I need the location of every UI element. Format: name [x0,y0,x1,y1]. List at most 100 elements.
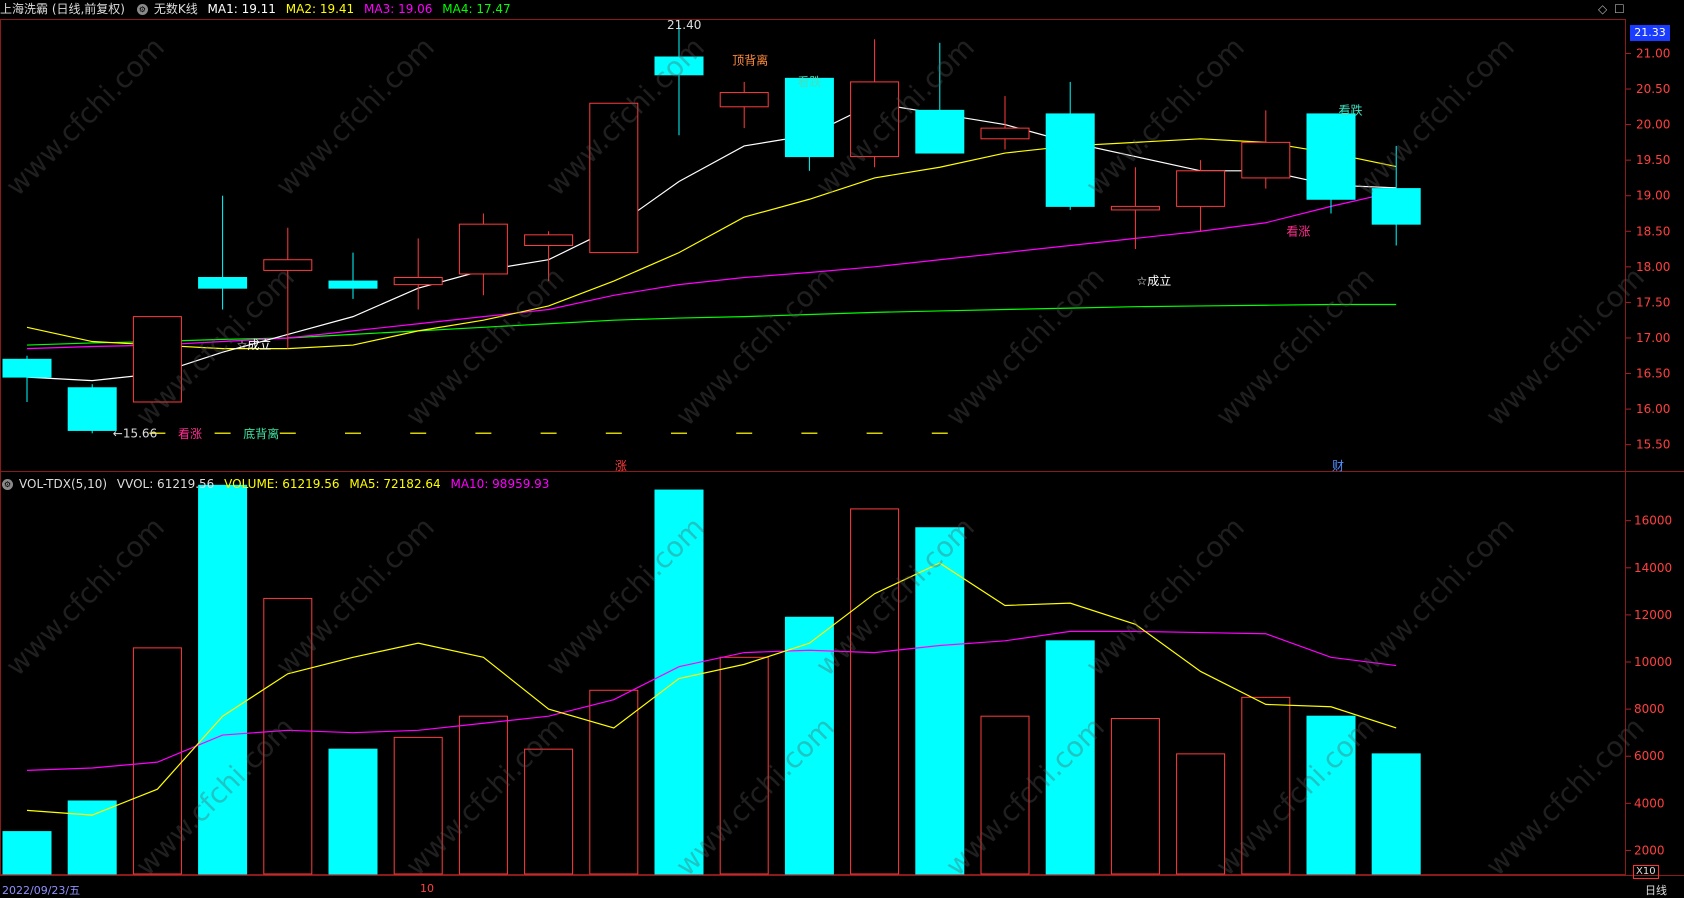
current-price-tag: 21.33 [1630,25,1670,41]
price-tick-label: 18.50 [1636,224,1670,238]
volume-bar-down [654,489,704,875]
candle-up [980,127,1030,140]
kline-chart-canvas[interactable]: 21.00 20.50 20.00 19.50 19.00 18.50 18.00 17.50… [0,0,1684,898]
price-panel-header: 上海洗霸 (日线,前复权) ⚙ 无数K线 MA1: 19.11 MA2: 19.4… [0,0,517,18]
volume-bar-up [393,736,443,875]
chart-annotation: 顶背离 [732,53,768,68]
chart-annotation: 财 [1332,459,1344,473]
chart-annotation: 底背离 [243,426,279,441]
price-tick-label: 19.50 [1636,153,1670,167]
vol-tick-label: 6000 [1634,749,1665,763]
price-tick-label: 16.00 [1636,402,1670,416]
price-tick-label: 16.50 [1636,367,1670,381]
diamond-icon[interactable]: ◇ [1598,2,1607,16]
ma3-value: MA3: 19.06 [364,2,433,16]
volume-bar-down [784,616,834,875]
kline-label: 无数K线 [153,2,198,16]
volume-bar-up [1110,718,1160,875]
price-tick-label: 20.50 [1636,82,1670,96]
vol-tick-label: 12000 [1634,608,1672,622]
volume-bar-down [1306,715,1356,875]
volume-bar-down [915,527,965,875]
volume-bar-up [1176,753,1226,875]
date-label: 2022/09/23/五 [2,884,81,897]
maximize-icon[interactable]: ☐ [1614,2,1625,16]
price-tick-label: 19.00 [1636,189,1670,203]
chart-annotation: 看跌 [1339,102,1363,117]
candle-up [458,223,508,275]
candle-up [719,92,769,108]
vol-tick-label: 14000 [1634,561,1672,575]
vol-indicator[interactable]: VOL-TDX(5,10) [19,477,107,491]
vol-ma5-value: MA5: 72182.64 [349,477,441,491]
volume-bar-up [132,647,182,875]
candle-down [67,387,117,431]
candle-down [2,358,52,378]
candle-up [263,259,313,271]
candle-down [915,109,965,154]
price-tick-label: 17.00 [1636,331,1670,345]
period-label[interactable]: 日线 [1645,882,1667,898]
vol-settings-gear-icon[interactable]: ⚙ [2,479,13,490]
ma1-value: MA1: 19.11 [207,2,276,16]
settings-gear-icon[interactable]: ⚙ [136,4,148,15]
price-tick-label: 18.00 [1636,260,1670,274]
scale-button[interactable]: X10 [1633,865,1659,879]
chart-annotation: 涨 [615,458,627,473]
candle-down [1045,113,1095,207]
volume-panel-header: ⚙ VOL-TDX(5,10) VVOL: 61219.56 VOLUME: 61… [0,475,555,493]
price-tick-label: 15.50 [1636,438,1670,452]
volume-bar-down [198,484,248,875]
vol-tick-label: 10000 [1634,655,1672,669]
candle-up [1241,141,1291,179]
chart-annotation: 看涨 [178,426,202,441]
ma2-value: MA2: 19.41 [285,2,355,16]
chart-annotation: 看涨 [1286,223,1310,238]
volume-bar-down [67,800,117,875]
volume-bar-down [2,831,52,875]
candle-up [850,81,900,158]
chart-annotation: 看跌 [797,74,821,89]
vvol-value: VVOL: 61219.56 [116,477,215,491]
volume-bar-up [719,656,769,875]
volume-bar-up [263,597,313,875]
chart-annotation: ☆成立 [237,337,272,352]
chart-annotation: 21.40 [667,18,701,32]
vol-tick-label: 4000 [1634,796,1665,810]
candle-up [1110,205,1160,211]
volume-bar-up [850,508,900,875]
volume-value: VOLUME: 61219.56 [224,477,340,491]
volume-bar-down [1371,753,1421,875]
ma4-value: MA4: 17.47 [442,2,511,16]
candle-down [654,56,704,76]
candle-up [524,234,574,246]
vol-tick-label: 2000 [1634,843,1665,857]
ma3-line [26,190,1397,350]
candle-down [1371,188,1421,225]
month-marker: 10 [420,882,434,895]
candle-up [393,277,443,286]
candle-down [1306,113,1356,200]
volume-bar-up [980,715,1030,875]
price-tick-label: 17.50 [1636,295,1670,309]
candle-down [328,280,378,289]
price-tick-label: 21.00 [1636,46,1670,60]
chart-annotation: ☆成立 [1136,273,1171,288]
volume-bar-up [458,715,508,875]
volume-bar-up [589,689,639,875]
price-tick-label: 20.00 [1636,118,1670,132]
volume-bar-up [524,748,574,875]
candle-up [132,316,182,403]
stock-name[interactable]: 上海洗霸 (日线,前复权) [0,2,125,16]
candle-up [589,102,639,254]
volume-bar-up [1241,696,1291,875]
candle-down [784,77,834,158]
candle-up [1176,170,1226,207]
chart-annotation: ←15.66 [113,426,157,440]
volume-bar-down [1045,640,1095,875]
ma4-line [26,303,1397,346]
vol-ma10-value: MA10: 98959.93 [450,477,550,491]
volume-bar-down [328,748,378,875]
vol-tick-label: 16000 [1634,514,1672,528]
candle-down [198,277,248,289]
